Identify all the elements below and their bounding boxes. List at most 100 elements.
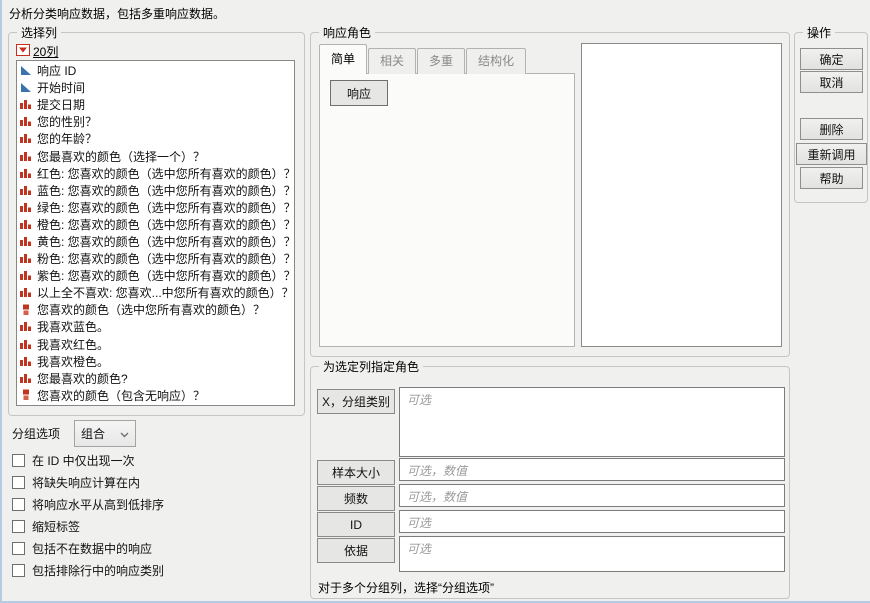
column-item-label: 红色: 您喜欢的颜色（选中您所有喜欢的颜色）？ (37, 165, 294, 182)
continuous-icon (19, 82, 32, 93)
response-roles-tabs: 简单相关多重结构化 (319, 44, 527, 74)
column-item[interactable]: 您喜欢的颜色（包含无响应）？ (19, 387, 294, 404)
red-triangle-menu-icon[interactable] (16, 44, 30, 59)
column-item[interactable]: 红色: 您喜欢的颜色（选中您所有喜欢的颜色）？ (19, 165, 294, 182)
id-drop-field[interactable]: 可选 (399, 510, 785, 533)
nominal-icon (19, 287, 32, 298)
column-item-label: 您最喜欢的颜色（选择一个）？ (37, 148, 205, 165)
sample-size-role-button[interactable]: 样本大小 (317, 460, 395, 485)
response-roles-listbox[interactable] (581, 43, 782, 347)
tab-相关[interactable]: 相关 (368, 48, 416, 74)
checkbox[interactable] (12, 498, 25, 511)
nominal-icon (19, 168, 32, 179)
options-checkbox-group: 在 ID 中仅出现一次将缺失响应计算在内将响应水平从高到低排序缩短标签包括不在数… (12, 449, 164, 581)
freq-role-button[interactable]: 频数 (317, 486, 395, 511)
columns-menu[interactable]: 20列 (16, 43, 58, 60)
column-item[interactable]: 绿色: 您喜欢的颜色（选中您所有喜欢的颜色）？ (19, 199, 294, 216)
nominal-icon (19, 219, 32, 230)
ok-button[interactable]: 确定 (800, 48, 863, 70)
checkbox[interactable] (12, 564, 25, 577)
continuous-icon (19, 65, 32, 76)
column-item[interactable]: 橙色: 您喜欢的颜色（选中您所有喜欢的颜色）？ (19, 216, 294, 233)
nominal-icon (19, 270, 32, 281)
x-grouping-role-button[interactable]: X，分组类别 (317, 389, 395, 414)
column-item[interactable]: 您最喜欢的颜色（选择一个）？ (19, 147, 294, 164)
column-item-label: 橙色: 您喜欢的颜色（选中您所有喜欢的颜色）？ (37, 216, 294, 233)
column-item-label: 响应 ID (37, 62, 76, 79)
column-item[interactable]: 开始时间 (19, 79, 294, 96)
by-role-button[interactable]: 依据 (317, 538, 395, 563)
tab-简单[interactable]: 简单 (319, 44, 367, 74)
x-grouping-drop-field[interactable]: 可选 (399, 387, 785, 457)
select-columns-panel: 选择列 20列 响应 ID开始时间提交日期您的性别？您的年龄？您最喜欢的颜色（选… (8, 32, 305, 416)
column-item-label: 我喜欢橙色。 (37, 353, 109, 370)
sample-size-drop-field[interactable]: 可选，数值 (399, 458, 785, 481)
option-checkbox-row[interactable]: 在 ID 中仅出现一次 (12, 449, 164, 471)
tab-多重[interactable]: 多重 (417, 48, 465, 74)
column-item-label: 我喜欢红色。 (37, 336, 109, 353)
nominal-icon (19, 133, 32, 144)
grouping-options-row: 分组选项 组合 (12, 420, 136, 447)
option-checkbox-row[interactable]: 包括不在数据中的响应 (12, 537, 164, 559)
column-item[interactable]: 您喜欢的颜色（选中您所有喜欢的颜色）？ (19, 301, 294, 318)
columns-count-label[interactable]: 20列 (33, 43, 58, 60)
column-item[interactable]: 蓝色: 您喜欢的颜色（选中您所有喜欢的颜色）？ (19, 182, 294, 199)
column-item[interactable]: 提交日期 (19, 96, 294, 113)
help-button[interactable]: 帮助 (800, 167, 863, 189)
by-drop-field[interactable]: 可选 (399, 536, 785, 572)
column-item[interactable]: 以上全不喜欢: 您喜欢...中您所有喜欢的颜色）？ (19, 284, 294, 301)
column-item[interactable]: 我喜欢红色。 (19, 336, 294, 353)
recall-button[interactable]: 重新调用 (796, 143, 867, 165)
column-item[interactable]: 我喜欢蓝色。 (19, 318, 294, 335)
checkbox[interactable] (12, 454, 25, 467)
column-item[interactable]: 响应 ID (19, 62, 294, 79)
column-item-label: 蓝色: 您喜欢的颜色（选中您所有喜欢的颜色）？ (37, 182, 294, 199)
option-checkbox-row[interactable]: 包括排除行中的响应类别 (12, 559, 164, 581)
column-item[interactable]: 紫色: 您喜欢的颜色（选中您所有喜欢的颜色）？ (19, 267, 294, 284)
checkbox[interactable] (12, 542, 25, 555)
column-item[interactable]: 您的年龄？ (19, 130, 294, 147)
column-item[interactable]: 黄色: 您喜欢的颜色（选中您所有喜欢的颜色）？ (19, 233, 294, 250)
option-checkbox-row[interactable]: 将缺失响应计算在内 (12, 471, 164, 493)
tab-结构化[interactable]: 结构化 (466, 48, 526, 74)
column-item-label: 粉色: 您喜欢的颜色（选中您所有喜欢的颜色）？ (37, 250, 294, 267)
checkbox[interactable] (12, 520, 25, 533)
remove-button[interactable]: 删除 (800, 118, 863, 140)
column-item[interactable]: 我喜欢橙色。 (19, 353, 294, 370)
nominal-icon (19, 116, 32, 127)
column-list[interactable]: 响应 ID开始时间提交日期您的性别？您的年龄？您最喜欢的颜色（选择一个）？红色:… (16, 60, 295, 406)
column-item[interactable]: 粉色: 您喜欢的颜色（选中您所有喜欢的颜色）？ (19, 250, 294, 267)
cast-roles-footnote: 对于多个分组列，选择“分组选项” (318, 579, 494, 596)
response-roles-title: 响应角色 (319, 24, 375, 41)
response-roles-tab-panel: 响应 (319, 73, 575, 347)
column-item-label: 您喜欢的颜色（包含无响应）？ (37, 387, 205, 404)
nominal-icon (19, 339, 32, 350)
freq-drop-field[interactable]: 可选，数值 (399, 484, 785, 507)
checkbox-label: 将缺失响应计算在内 (32, 474, 140, 491)
column-item-label: 您的性别？ (37, 113, 97, 130)
option-checkbox-row[interactable]: 将响应水平从高到低排序 (12, 493, 164, 515)
column-item-label: 提交日期 (37, 96, 85, 113)
grouping-options-value: 组合 (81, 425, 105, 442)
checkbox-label: 在 ID 中仅出现一次 (32, 452, 135, 469)
grouping-options-dropdown[interactable]: 组合 (74, 420, 136, 447)
response-role-button[interactable]: 响应 (330, 80, 388, 106)
column-item-label: 黄色: 您喜欢的颜色（选中您所有喜欢的颜色）？ (37, 233, 294, 250)
column-item[interactable]: 您最喜欢的颜色? (19, 370, 294, 387)
cancel-button[interactable]: 取消 (800, 71, 863, 93)
option-checkbox-row[interactable]: 缩短标签 (12, 515, 164, 537)
column-item[interactable]: 您的性别？ (19, 113, 294, 130)
checkbox[interactable] (12, 476, 25, 489)
column-item-label: 绿色: 您喜欢的颜色（选中您所有喜欢的颜色）？ (37, 199, 294, 216)
nominal-icon (19, 151, 32, 162)
column-item-label: 紫色: 您喜欢的颜色（选中您所有喜欢的颜色）？ (37, 267, 294, 284)
chevron-down-icon (120, 427, 129, 441)
column-item-label: 您的年龄？ (37, 130, 97, 147)
nominal-icon (19, 253, 32, 264)
actions-panel: 操作 确定 取消 删除 重新调用 帮助 (794, 32, 868, 203)
nominal-icon (19, 202, 32, 213)
id-role-button[interactable]: ID (317, 512, 395, 537)
nominal-icon (19, 185, 32, 196)
nominal-icon (19, 321, 32, 332)
nominal-icon (19, 99, 32, 110)
